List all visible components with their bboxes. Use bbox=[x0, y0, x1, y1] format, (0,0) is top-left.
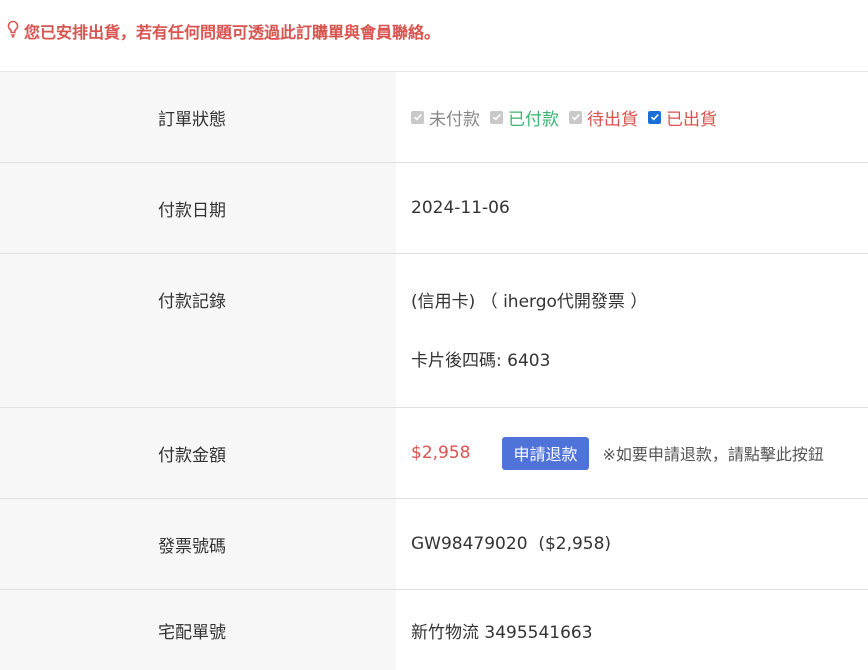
refund-note: ※如要申請退款，請點擊此按鈕 bbox=[602, 445, 824, 464]
checkbox-unpaid bbox=[411, 110, 424, 124]
payment-amount-row: 付款金額 $2,958 申請退款 ※如要申請退款，請點擊此按鈕 bbox=[0, 408, 868, 499]
checkbox-paid bbox=[490, 110, 503, 124]
payment-date-row: 付款日期 2024-11-06 bbox=[0, 163, 868, 254]
status-paid: 已付款 bbox=[490, 105, 569, 130]
status-pending-ship-label: 待出貨 bbox=[587, 109, 638, 130]
checkbox-pending-ship bbox=[569, 110, 582, 124]
invoice-number-value: GW98479020 ($2,958) bbox=[411, 534, 612, 554]
notice-text: 您已安排出貨，若有任何問題可透過此訂購單與會員聯絡。 bbox=[24, 23, 441, 42]
status-shipped[interactable]: 已出貨 bbox=[648, 105, 727, 130]
request-refund-button[interactable]: 申請退款 bbox=[502, 436, 589, 470]
payment-amount-label: 付款金額 bbox=[0, 408, 396, 498]
payment-record-value: (信用卡) （ ihergo代開發票 ） 卡片後四碼: 6403 bbox=[396, 254, 868, 407]
order-status-label: 訂單狀態 bbox=[0, 72, 396, 162]
invoice-number-label: 發票號碼 bbox=[0, 499, 396, 589]
payment-method: (信用卡) （ ihergo代開發票 ） bbox=[411, 292, 648, 312]
status-unpaid: 未付款 bbox=[411, 105, 490, 130]
shipping-number-label: 宅配單號 bbox=[0, 590, 396, 670]
payment-date-value: 2024-11-06 bbox=[411, 198, 510, 218]
order-status-row: 訂單狀態 未付款 已付款 待出貨 已出貨 bbox=[0, 72, 868, 163]
order-status-value: 未付款 已付款 待出貨 已出貨 bbox=[396, 72, 868, 162]
payment-amount-value: $2,958 申請退款 ※如要申請退款，請點擊此按鈕 bbox=[396, 408, 868, 498]
shipping-number-value: 新竹物流 3495541663 bbox=[411, 622, 593, 643]
amount-value: $2,958 bbox=[411, 443, 471, 463]
payment-date-label: 付款日期 bbox=[0, 163, 396, 253]
status-pending-ship: 待出貨 bbox=[569, 105, 648, 130]
checkbox-shipped[interactable] bbox=[648, 110, 661, 124]
payment-record-row: 付款記錄 (信用卡) （ ihergo代開發票 ） 卡片後四碼: 6403 bbox=[0, 254, 868, 408]
shipped-notice: 您已安排出貨，若有任何問題可透過此訂購單與會員聯絡。 bbox=[0, 0, 868, 72]
card-last-four: 卡片後四碼: 6403 bbox=[411, 351, 551, 371]
shipping-number-row: 宅配單號 新竹物流 3495541663 bbox=[0, 590, 868, 670]
invoice-number-row: 發票號碼 GW98479020 ($2,958) bbox=[0, 499, 868, 590]
lightbulb-icon bbox=[6, 20, 20, 38]
status-shipped-label: 已出貨 bbox=[666, 109, 717, 130]
payment-record-label: 付款記錄 bbox=[0, 254, 396, 407]
status-paid-label: 已付款 bbox=[508, 109, 559, 130]
status-unpaid-label: 未付款 bbox=[429, 109, 480, 130]
